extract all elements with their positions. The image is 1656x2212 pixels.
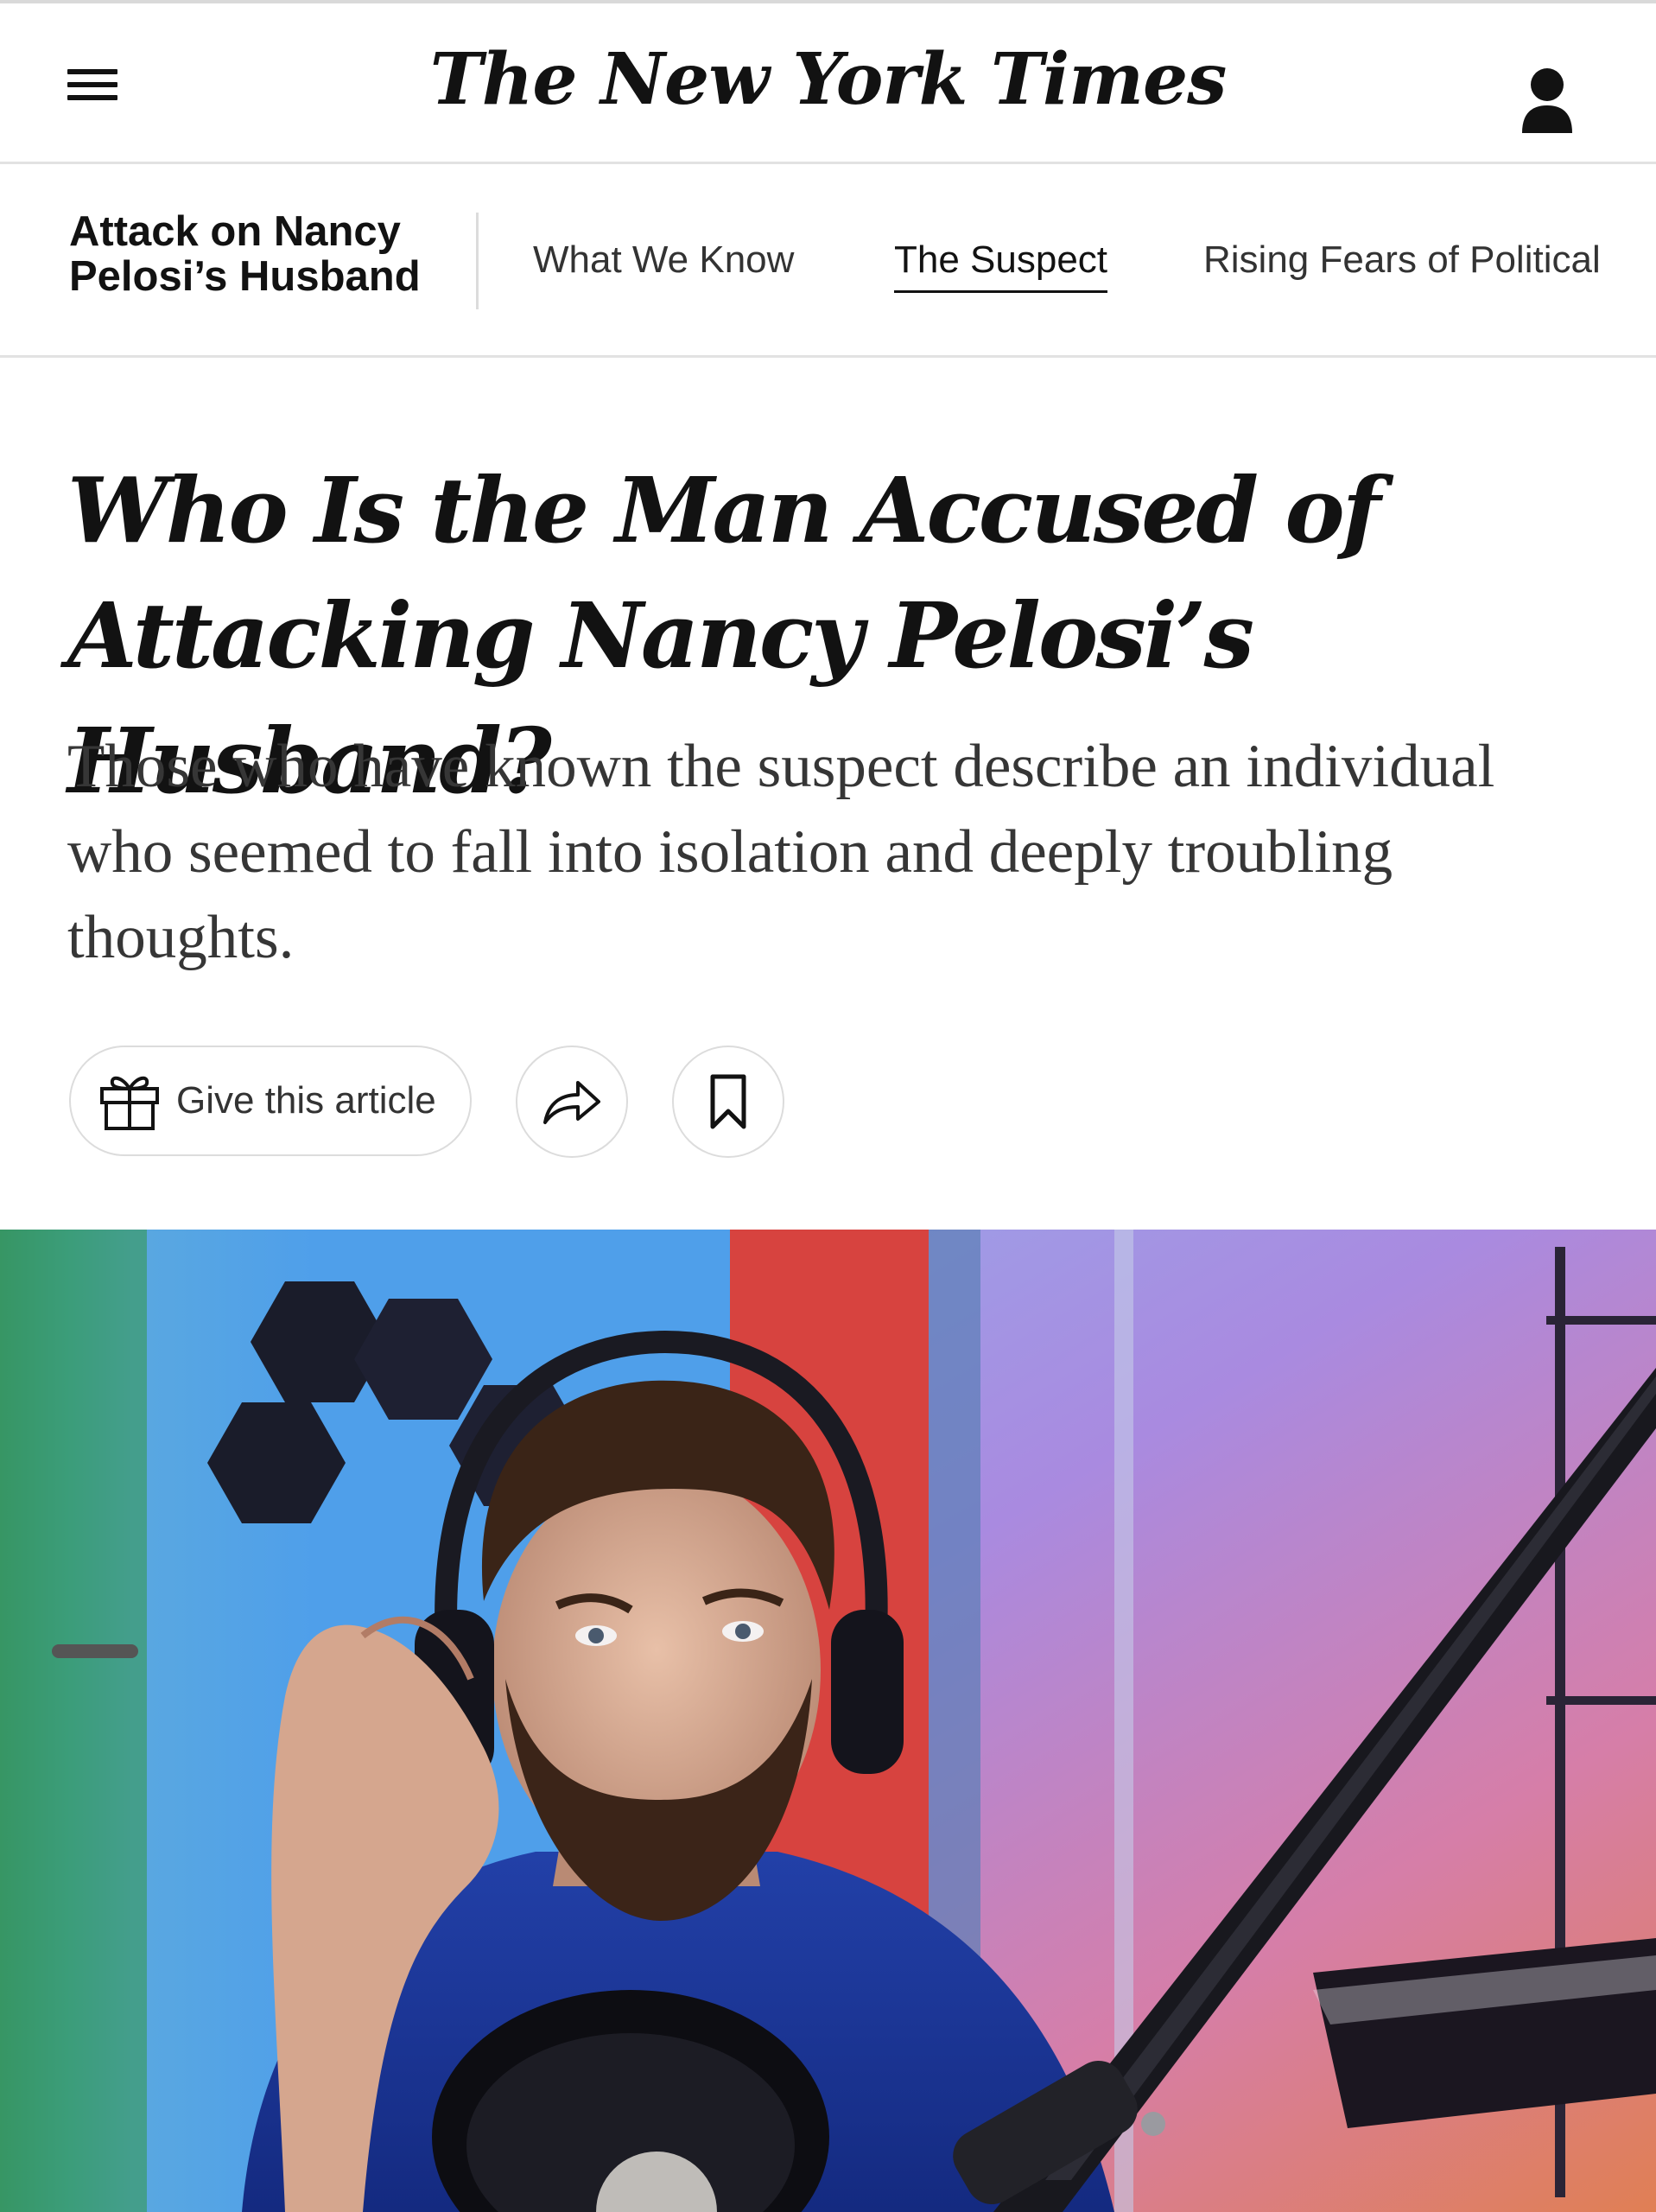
masthead: The New York Times: [0, 0, 1656, 164]
section-title[interactable]: Attack on Nancy Pelosi’s Husband: [69, 209, 449, 299]
nav-divider: [476, 213, 479, 309]
nav-link-rising-fears[interactable]: Rising Fears of Political: [1203, 238, 1601, 282]
article-summary: Those who have known the suspect describ…: [67, 733, 1495, 971]
section-nav: Attack on Nancy Pelosi’s Husband What We…: [0, 164, 1656, 358]
save-button[interactable]: [672, 1046, 784, 1158]
nav-link-the-suspect[interactable]: The Suspect: [894, 238, 1108, 293]
share-button[interactable]: [516, 1046, 628, 1158]
lead-photo: [0, 1230, 1656, 2212]
suspect-photo: [0, 1230, 1656, 2212]
give-article-button[interactable]: Give this article: [69, 1046, 472, 1156]
account-icon[interactable]: [1519, 66, 1576, 135]
nyt-logo[interactable]: The New York Times: [0, 38, 1656, 121]
give-article-label: Give this article: [176, 1079, 436, 1122]
nav-link-what-we-know[interactable]: What We Know: [533, 238, 794, 282]
gift-icon: [100, 1076, 159, 1130]
share-arrow-icon: [543, 1081, 600, 1124]
bookmark-icon: [710, 1074, 746, 1129]
nav-scroll-fade: [1604, 199, 1656, 328]
